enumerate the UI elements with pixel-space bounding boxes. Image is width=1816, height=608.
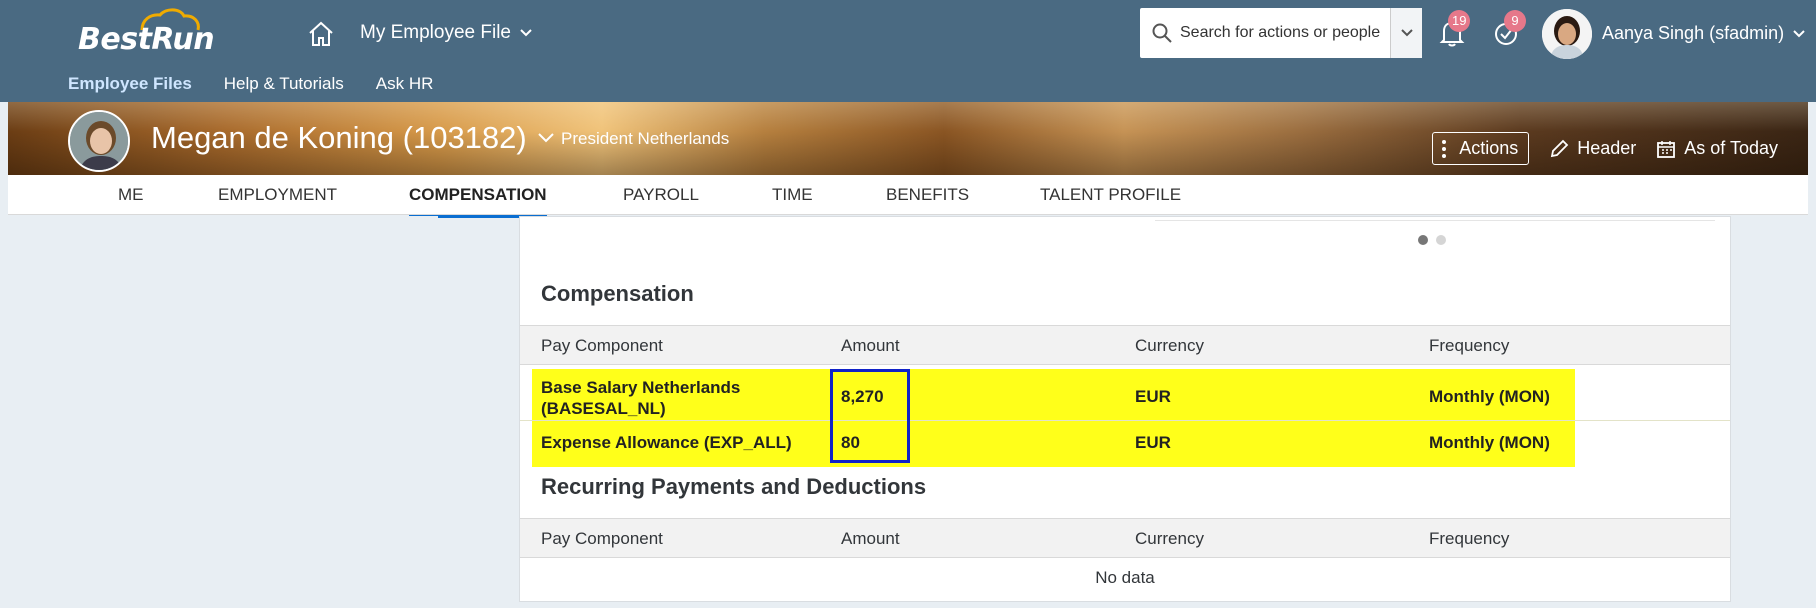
currency-cell: EUR bbox=[1135, 387, 1171, 406]
employee-photo bbox=[68, 110, 130, 172]
col-pay-component: Pay Component bbox=[541, 529, 663, 548]
user-name: Aanya Singh (sfadmin) bbox=[1602, 23, 1785, 43]
col-amount: Amount bbox=[841, 529, 900, 548]
chevron-down-icon bbox=[538, 133, 554, 143]
nav-help-tutorials[interactable]: Help & Tutorials bbox=[224, 74, 344, 94]
col-currency: Currency bbox=[1135, 529, 1204, 548]
tab-talent-profile[interactable]: TALENT PROFILE bbox=[1040, 185, 1181, 205]
table-row: Expense Allowance (EXP_ALL) 80 EUR Month… bbox=[520, 421, 1730, 467]
col-pay-component: Pay Component bbox=[541, 336, 663, 355]
todo-badge: 9 bbox=[1504, 10, 1526, 32]
todo-button[interactable]: 9 bbox=[1492, 10, 1526, 48]
pager-dot-active[interactable] bbox=[1418, 235, 1428, 245]
frequency-cell: Monthly (MON) bbox=[1429, 387, 1550, 406]
pay-component-line2: (BASESAL_NL) bbox=[541, 399, 666, 418]
banner-actions: Actions Header As of Today bbox=[1432, 132, 1778, 165]
actions-button[interactable]: Actions bbox=[1432, 132, 1530, 165]
pager-dot[interactable] bbox=[1436, 235, 1446, 245]
col-frequency: Frequency bbox=[1429, 336, 1510, 355]
shell-header: BestRun My Employee File 19 9 Aanya Sin bbox=[0, 0, 1816, 102]
user-menu[interactable]: Aanya Singh (sfadmin) bbox=[1602, 23, 1806, 44]
search-icon[interactable] bbox=[1144, 15, 1180, 51]
pay-component-cell: Expense Allowance (EXP_ALL) bbox=[541, 433, 792, 452]
as-of-label: As of Today bbox=[1684, 138, 1778, 158]
pay-component-line1: Base Salary Netherlands bbox=[541, 378, 741, 397]
calendar-icon bbox=[1657, 140, 1676, 158]
employee-title: President Netherlands bbox=[561, 129, 730, 148]
chevron-down-icon bbox=[1400, 29, 1413, 37]
overflow-vertical-icon bbox=[1442, 139, 1447, 158]
col-frequency: Frequency bbox=[1429, 529, 1510, 548]
header-label: Header bbox=[1577, 138, 1637, 158]
bestrun-logo[interactable]: BestRun bbox=[72, 6, 242, 57]
compensation-title: Compensation bbox=[541, 281, 694, 306]
compensation-table-header: Pay Component Amount Currency Frequency bbox=[520, 325, 1730, 365]
user-avatar[interactable] bbox=[1542, 9, 1592, 59]
col-currency: Currency bbox=[1135, 336, 1204, 355]
logo-text: BestRun bbox=[78, 22, 215, 57]
app-title: My Employee File bbox=[360, 22, 511, 43]
recurring-title: Recurring Payments and Deductions bbox=[541, 474, 927, 499]
nav-ask-hr[interactable]: Ask HR bbox=[376, 74, 434, 94]
table-row: Base Salary Netherlands (BASESAL_NL) 8,2… bbox=[520, 369, 1730, 421]
search-input[interactable] bbox=[1180, 24, 1390, 42]
notifications-button[interactable]: 19 bbox=[1438, 10, 1471, 48]
section-tabs: ME EMPLOYMENT COMPENSATION PAYROLL TIME … bbox=[8, 175, 1808, 218]
compensation-card: Compensation Pay Component Amount Curren… bbox=[519, 216, 1731, 602]
notifications-badge: 19 bbox=[1448, 10, 1471, 32]
recurring-table-header: Pay Component Amount Currency Frequency bbox=[520, 518, 1730, 558]
profile-header: Megan de Koning (103182) President Nethe… bbox=[8, 102, 1808, 175]
tab-benefits[interactable]: BENEFITS bbox=[886, 185, 969, 205]
pay-component-cell: Base Salary Netherlands (BASESAL_NL) bbox=[541, 377, 740, 419]
nav-employee-files[interactable]: Employee Files bbox=[68, 74, 192, 94]
as-of-today-button[interactable]: As of Today bbox=[1656, 138, 1778, 159]
chevron-down-icon bbox=[1793, 29, 1805, 37]
pencil-icon bbox=[1551, 139, 1569, 157]
shell-nav: Employee Files Help & Tutorials Ask HR bbox=[68, 74, 465, 94]
employee-name-menu[interactable]: Megan de Koning (103182) bbox=[151, 120, 555, 156]
header-button[interactable]: Header bbox=[1549, 138, 1636, 159]
frequency-cell: Monthly (MON) bbox=[1429, 433, 1550, 452]
tab-me[interactable]: ME bbox=[118, 185, 144, 205]
employee-name: Megan de Koning (103182) bbox=[151, 120, 527, 155]
tab-payroll[interactable]: PAYROLL bbox=[623, 185, 699, 205]
app-title-menu[interactable]: My Employee File bbox=[360, 22, 533, 44]
no-data-text: No data bbox=[1095, 568, 1155, 587]
left-pane bbox=[8, 216, 438, 608]
currency-cell: EUR bbox=[1135, 433, 1171, 452]
tab-employment[interactable]: EMPLOYMENT bbox=[218, 185, 337, 205]
actions-label: Actions bbox=[1459, 138, 1519, 158]
chevron-down-icon bbox=[520, 29, 532, 37]
search-box bbox=[1140, 8, 1422, 58]
col-amount: Amount bbox=[841, 336, 900, 355]
search-scope-dropdown[interactable] bbox=[1390, 8, 1422, 58]
carousel-pager bbox=[1418, 235, 1446, 245]
amount-highlight-box bbox=[830, 369, 910, 463]
home-icon[interactable] bbox=[306, 20, 336, 48]
carousel-strip bbox=[1155, 217, 1715, 221]
tab-time[interactable]: TIME bbox=[772, 185, 813, 205]
tab-compensation[interactable]: COMPENSATION bbox=[409, 185, 547, 218]
